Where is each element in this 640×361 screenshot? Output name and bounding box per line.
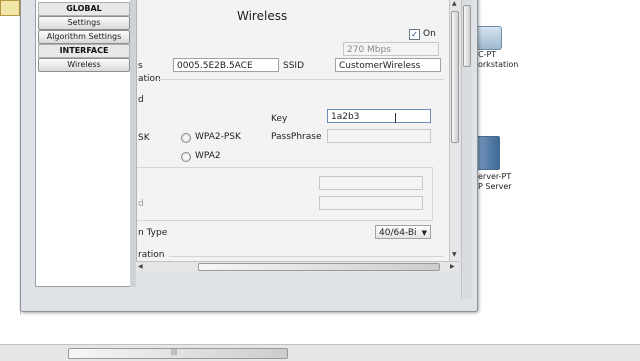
passphrase-field[interactable] [327,129,431,143]
ip-address-label: d [138,199,144,209]
workspace-scrollbar-thumb[interactable]: ||| [68,348,288,359]
ssid-field[interactable]: CustomerWireless [335,58,441,72]
port-status-checkbox[interactable]: ✓ [409,29,420,40]
panel-horizontal-scrollbar[interactable]: ◀ ▶ [136,261,459,272]
server-device-name: erver-PT [478,172,512,181]
scroll-up-icon[interactable]: ▲ [452,0,457,7]
dialog-vertical-thumb[interactable] [463,5,471,67]
ip-configuration-label: ration [138,250,165,260]
wireless-config-panel: Wireless ✓ On 270 Mbps s 0005.5E2B.5ACE … [136,0,450,261]
port-status-label: On [423,29,436,39]
enterprise-field-2[interactable] [319,196,423,210]
text-cursor-icon [395,113,396,123]
dialog-vertical-scrollbar[interactable] [461,0,472,299]
server-device-role: P Server [478,182,512,191]
wpa2-psk-radio[interactable] [181,133,191,143]
key-label: Key [271,114,288,124]
auth-disabled-label: d [138,95,144,105]
scroll-left-icon[interactable]: ◀ [138,263,143,270]
encryption-type-select[interactable]: 40/64-Bi ▼ [375,225,431,239]
page-title: Wireless [237,9,288,23]
panel-vertical-scrollbar[interactable]: ▲ ▼ [449,0,460,261]
bandwidth-field: 270 Mbps [343,42,439,56]
panel-horizontal-thumb[interactable] [198,263,440,271]
sidebar-header-global: GLOBAL [38,2,130,16]
pc-pt-device-role: orkstation [478,60,519,69]
encryption-type-value: 40/64-Bi [379,228,417,238]
sidebar-header-interface: INTERFACE [38,44,130,58]
wpa2-label: WPA2 [195,151,221,161]
sidebar-item-wireless[interactable]: Wireless [38,58,130,72]
enterprise-field-1[interactable] [319,176,423,190]
workspace-horizontal-scrollbar[interactable]: ||| [0,344,640,361]
wpa2-psk-label: WPA2-PSK [195,132,241,142]
ip-configuration-divider [169,256,444,257]
wep-key-field[interactable]: 1a2b3 [327,109,431,123]
scroll-right-icon[interactable]: ▶ [450,263,455,270]
workspace-top-left-icon [0,0,20,16]
passphrase-label: PassPhrase [271,132,322,142]
authentication-section-label: ation [138,74,161,84]
mac-address-field[interactable]: 0005.5E2B.5ACE [173,58,279,72]
section-divider [159,79,444,80]
pc-pt-device-name: C-PT [478,50,497,59]
chevron-down-icon: ▼ [421,229,427,237]
config-sidebar: GLOBAL Settings Algorithm Settings INTER… [35,0,133,287]
scroll-down-icon[interactable]: ▼ [452,251,457,258]
ssid-label: SSID [283,61,305,71]
encryption-type-label: n Type [138,228,168,238]
wpa-psk-label: SK [138,133,150,143]
device-config-dialog: GLOBAL Settings Algorithm Settings INTER… [20,0,478,312]
panel-vertical-thumb[interactable] [451,11,459,143]
wpa2-radio[interactable] [181,152,191,162]
sidebar-item-settings[interactable]: Settings [38,16,130,30]
mac-address-label: s [138,61,143,71]
sidebar-item-algorithm-settings[interactable]: Algorithm Settings [38,30,130,44]
